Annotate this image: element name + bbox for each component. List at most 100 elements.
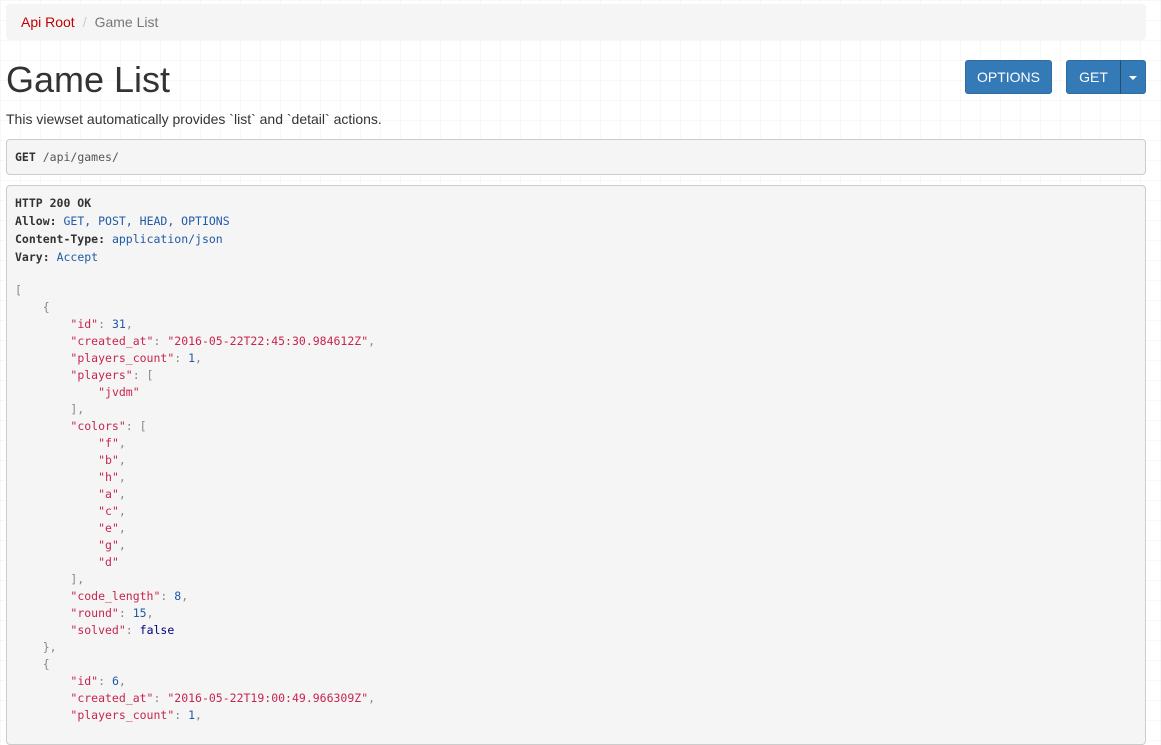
json-line: "b", (15, 452, 1137, 469)
json-token: 1 (188, 351, 196, 365)
header-value: GET, POST, HEAD, OPTIONS (63, 214, 230, 228)
header-value: application/json (111, 232, 223, 246)
request-path: /api/games/ (42, 150, 119, 164)
json-line: "code_length": 8, (15, 588, 1137, 605)
json-token: , (118, 470, 126, 484)
header-key: Content-Type: (15, 232, 106, 246)
header-key: Allow: (15, 214, 57, 228)
json-token: "c" (98, 504, 119, 518)
response-json-body: [ { "id": 31, "created_at": "2016-05-22T… (15, 282, 1137, 724)
page-title: Game List (6, 59, 171, 100)
json-token: , (368, 691, 376, 705)
json-token: "id" (70, 674, 99, 688)
json-line: "id": 31, (15, 316, 1137, 333)
json-token: , (118, 521, 126, 535)
json-token: : [ (132, 368, 154, 382)
json-line: "g", (15, 537, 1137, 554)
json-line: "created_at": "2016-05-22T22:45:30.98461… (15, 333, 1137, 350)
json-token: "d" (98, 555, 119, 569)
json-token: "h" (98, 470, 119, 484)
json-token: , (118, 436, 126, 450)
get-button[interactable]: GET (1066, 60, 1121, 94)
json-token: "b" (98, 453, 119, 467)
json-line: }, (15, 639, 1137, 656)
json-token: "code_length" (70, 589, 161, 603)
json-token: "2016-05-22T19:00:49.966309Z" (167, 691, 369, 705)
json-token: false (139, 623, 175, 637)
request-info: GET /api/games/ (6, 139, 1146, 175)
json-token: "created_at" (70, 334, 154, 348)
json-token: "players_count" (70, 351, 175, 365)
breadcrumb-api-root-link[interactable]: Api Root (21, 14, 75, 30)
json-line: "e", (15, 520, 1137, 537)
request-method: GET (15, 150, 36, 164)
get-format-dropdown-toggle[interactable] (1120, 60, 1146, 94)
json-token: , (118, 487, 126, 501)
json-token: 6 (111, 674, 119, 688)
json-token: , (118, 674, 126, 688)
view-description: This viewset automatically provides `lis… (6, 111, 382, 127)
json-token: "id" (70, 317, 99, 331)
json-token: : (174, 351, 189, 365)
json-line: "created_at": "2016-05-22T19:00:49.96630… (15, 690, 1137, 707)
json-line: "a", (15, 486, 1137, 503)
json-line: "c", (15, 503, 1137, 520)
json-token: 1 (188, 708, 196, 722)
json-line: ], (15, 571, 1137, 588)
json-token: : (98, 317, 112, 331)
json-token: "colors" (70, 419, 126, 433)
json-token: : (98, 674, 112, 688)
json-token: , (125, 317, 133, 331)
json-token: : (160, 589, 175, 603)
json-line: [ (15, 282, 1137, 299)
json-token: "created_at" (70, 691, 154, 705)
json-line: { (15, 656, 1137, 673)
breadcrumb-current: Game List (94, 14, 159, 30)
json-token: "solved" (70, 623, 126, 637)
json-token: "players_count" (70, 708, 175, 722)
json-line: "f", (15, 435, 1137, 452)
json-token: "players" (70, 368, 133, 382)
json-line: "solved": false (15, 622, 1137, 639)
json-token: ], (15, 572, 85, 586)
json-line: ], (15, 401, 1137, 418)
json-token: { (15, 657, 50, 671)
json-token: , (146, 606, 154, 620)
json-token: , (118, 453, 126, 467)
json-token: , (118, 538, 126, 552)
json-token: "g" (98, 538, 119, 552)
json-token: [ (15, 283, 22, 297)
response-status: HTTP 200 OK (15, 196, 92, 210)
json-token: }, (15, 640, 57, 654)
json-token: : (118, 606, 133, 620)
json-token: "jvdm" (98, 385, 140, 399)
json-line: "round": 15, (15, 605, 1137, 622)
response-header: Vary: Accept (15, 248, 1137, 266)
json-token: , (195, 708, 202, 722)
json-line: "jvdm" (15, 384, 1137, 401)
json-token: : (174, 708, 189, 722)
caret-down-icon (1129, 76, 1137, 81)
json-token: ], (15, 402, 85, 416)
json-token: 15 (132, 606, 147, 620)
options-button[interactable]: OPTIONS (965, 60, 1052, 94)
json-token: , (118, 504, 126, 518)
json-line: "d" (15, 554, 1137, 571)
header-key: Vary: (15, 250, 50, 264)
